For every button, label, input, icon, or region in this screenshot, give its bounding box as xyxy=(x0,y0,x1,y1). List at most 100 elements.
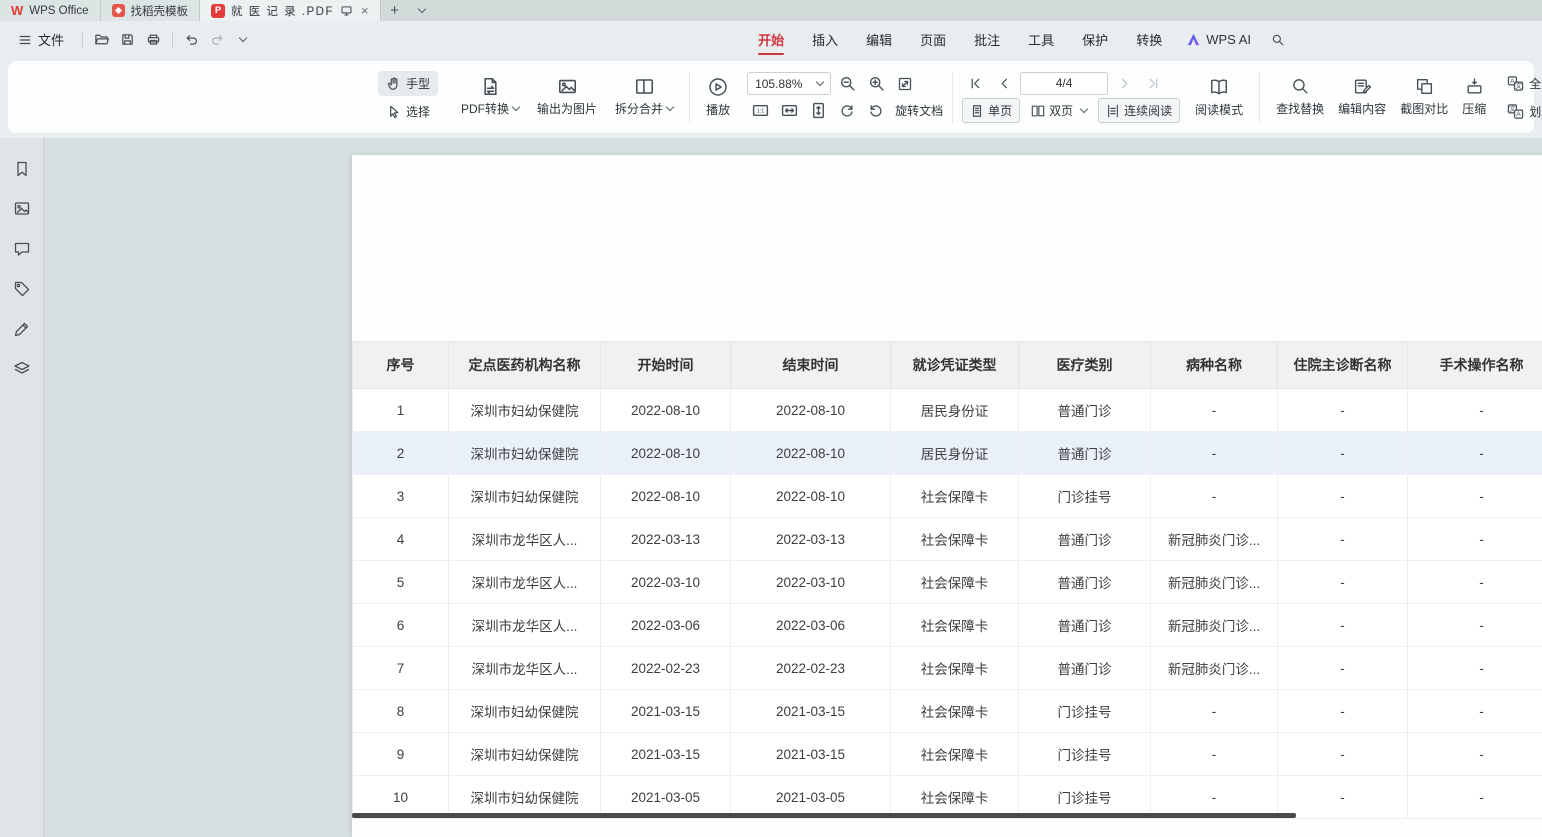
table-cell: - xyxy=(1278,733,1408,776)
hand-tool-button[interactable]: 手型 xyxy=(378,71,438,96)
play-button[interactable]: 播放 xyxy=(699,72,737,123)
zoom-value: 105.88% xyxy=(755,77,802,91)
actual-size-button[interactable]: 1:1 xyxy=(747,99,773,123)
next-page-button[interactable] xyxy=(1111,71,1137,95)
redo-icon[interactable] xyxy=(210,32,225,47)
double-page-label: 双页 xyxy=(1049,102,1073,119)
bookmark-icon xyxy=(13,160,31,178)
table-cell: 2022-08-10 xyxy=(601,389,731,432)
undo-icon[interactable] xyxy=(184,32,199,47)
tab-docer-templates[interactable]: 找稻壳模板 xyxy=(101,0,201,21)
sidebar-thumbnails-button[interactable] xyxy=(9,196,35,222)
select-tool-button[interactable]: 选择 xyxy=(378,99,438,124)
svg-text:1:1: 1:1 xyxy=(756,108,763,114)
double-page-button[interactable]: 双页 xyxy=(1023,98,1095,123)
file-menu-label: 文件 xyxy=(38,30,64,49)
rotate-left-button[interactable] xyxy=(834,99,860,123)
play-icon xyxy=(708,77,728,97)
screenshot-compare-button[interactable]: 截图对比 xyxy=(1393,72,1455,122)
continuous-read-button[interactable]: 连续阅读 xyxy=(1098,98,1180,123)
zoom-in-button[interactable] xyxy=(863,72,889,96)
split-merge-button[interactable]: 拆分合并 xyxy=(608,72,680,122)
menu-tab-protect[interactable]: 保护 xyxy=(1068,21,1122,58)
prev-page-button[interactable] xyxy=(991,71,1017,95)
table-cell: 7 xyxy=(353,647,449,690)
compress-icon xyxy=(1465,77,1484,96)
full-translate-label: 全文翻译 xyxy=(1529,75,1542,92)
menu-tab-tools[interactable]: 工具 xyxy=(1014,21,1068,58)
fit-height-button[interactable] xyxy=(805,99,831,123)
table-cell: 社会保障卡 xyxy=(891,561,1019,604)
sidebar-layers-button[interactable] xyxy=(9,356,35,382)
word-translate-button[interactable]: 文A 划词翻译 xyxy=(1499,99,1542,124)
column-header: 住院主诊断名称 xyxy=(1278,342,1408,389)
sidebar-comments-button[interactable] xyxy=(9,236,35,262)
zoom-level-combobox[interactable]: 105.88% xyxy=(747,72,831,95)
first-page-button[interactable] xyxy=(962,71,988,95)
horizontal-scrollbar-thumb[interactable] xyxy=(352,813,1296,818)
wps-ai-button[interactable]: WPS AI xyxy=(1176,32,1261,47)
file-menu-button[interactable]: 文件 xyxy=(10,26,72,53)
close-tab-icon[interactable]: × xyxy=(361,4,369,17)
table-cell: 深圳市龙华区人... xyxy=(449,561,601,604)
tab-list-button[interactable] xyxy=(409,0,431,21)
find-replace-button[interactable]: 查找替换 xyxy=(1269,72,1331,122)
fit-width-icon xyxy=(781,102,798,119)
table-cell: 门诊挂号 xyxy=(1019,690,1151,733)
table-cell: 社会保障卡 xyxy=(891,647,1019,690)
edit-content-button[interactable]: 编辑内容 xyxy=(1331,72,1393,122)
full-translate-button[interactable]: A文 全文翻译 xyxy=(1499,71,1542,96)
menu-tab-home[interactable]: 开始 xyxy=(744,21,798,58)
export-image-button[interactable]: 输出为图片 xyxy=(530,72,604,122)
table-cell: - xyxy=(1278,690,1408,733)
single-page-button[interactable]: 单页 xyxy=(962,98,1020,123)
window-titlebar: W WPS Office 找稻壳模板 P 就 医 记 录 .PDF × + xyxy=(0,0,1542,21)
new-tab-button[interactable]: + xyxy=(381,0,409,21)
menu-tab-insert[interactable]: 插入 xyxy=(798,21,852,58)
sidebar-bookmarks-button[interactable] xyxy=(9,156,35,182)
menubar-search-button[interactable] xyxy=(1261,33,1295,47)
save-icon[interactable] xyxy=(120,32,135,47)
fit-window-button[interactable] xyxy=(892,72,918,96)
first-page-icon xyxy=(968,76,983,91)
menu-tab-convert[interactable]: 转换 xyxy=(1122,21,1176,58)
table-cell: 普通门诊 xyxy=(1019,518,1151,561)
page-number-input[interactable] xyxy=(1020,72,1108,95)
menu-tab-edit[interactable]: 编辑 xyxy=(852,21,906,58)
zoom-out-button[interactable] xyxy=(834,72,860,96)
chevron-down-icon xyxy=(417,5,425,13)
pdf-convert-label: PDF转换 xyxy=(461,100,509,117)
print-icon[interactable] xyxy=(146,32,161,47)
pdf-convert-button[interactable]: PDF转换 xyxy=(454,72,526,122)
chevron-down-icon[interactable] xyxy=(239,34,247,42)
continuous-read-label: 连续阅读 xyxy=(1124,102,1172,119)
table-cell: 5 xyxy=(353,561,449,604)
table-row: 5深圳市龙华区人...2022-03-102022-03-10社会保障卡普通门诊… xyxy=(353,561,1542,604)
table-cell: - xyxy=(1278,604,1408,647)
open-file-icon[interactable] xyxy=(94,32,109,47)
sidebar-attachments-button[interactable] xyxy=(9,276,35,302)
tab-document[interactable]: P 就 医 记 录 .PDF × xyxy=(200,0,381,21)
single-page-label: 单页 xyxy=(988,102,1012,119)
menu-tab-comment[interactable]: 批注 xyxy=(960,21,1014,58)
main-area: 序号定点医药机构名称开始时间结束时间就诊凭证类型医疗类别病种名称住院主诊断名称手… xyxy=(0,138,1542,837)
document-viewport[interactable]: 序号定点医药机构名称开始时间结束时间就诊凭证类型医疗类别病种名称住院主诊断名称手… xyxy=(45,138,1542,837)
zoom-out-icon xyxy=(839,75,856,92)
table-cell: 居民身份证 xyxy=(891,389,1019,432)
sidebar-sign-button[interactable] xyxy=(9,316,35,342)
device-monitor-icon[interactable] xyxy=(340,4,353,17)
tab-wps-office[interactable]: W WPS Office xyxy=(0,0,101,21)
column-header: 手术操作名称 xyxy=(1408,342,1542,389)
last-page-button[interactable] xyxy=(1140,71,1166,95)
ribbon-panel: 手型 选择 PDF转换 输出为图片 拆分合并 播放 xyxy=(8,61,1534,133)
compress-button[interactable]: 压缩 xyxy=(1455,72,1493,122)
rotate-document-button[interactable]: 旋转文档 xyxy=(895,102,943,119)
read-mode-button[interactable]: 阅读模式 xyxy=(1188,72,1250,123)
tab-label: WPS Office xyxy=(29,5,88,17)
menu-tab-page[interactable]: 页面 xyxy=(906,21,960,58)
cursor-icon xyxy=(386,104,401,119)
tab-label: 找稻壳模板 xyxy=(131,3,189,19)
table-cell: - xyxy=(1408,432,1542,475)
rotate-right-button[interactable] xyxy=(863,99,889,123)
fit-width-button[interactable] xyxy=(776,99,802,123)
